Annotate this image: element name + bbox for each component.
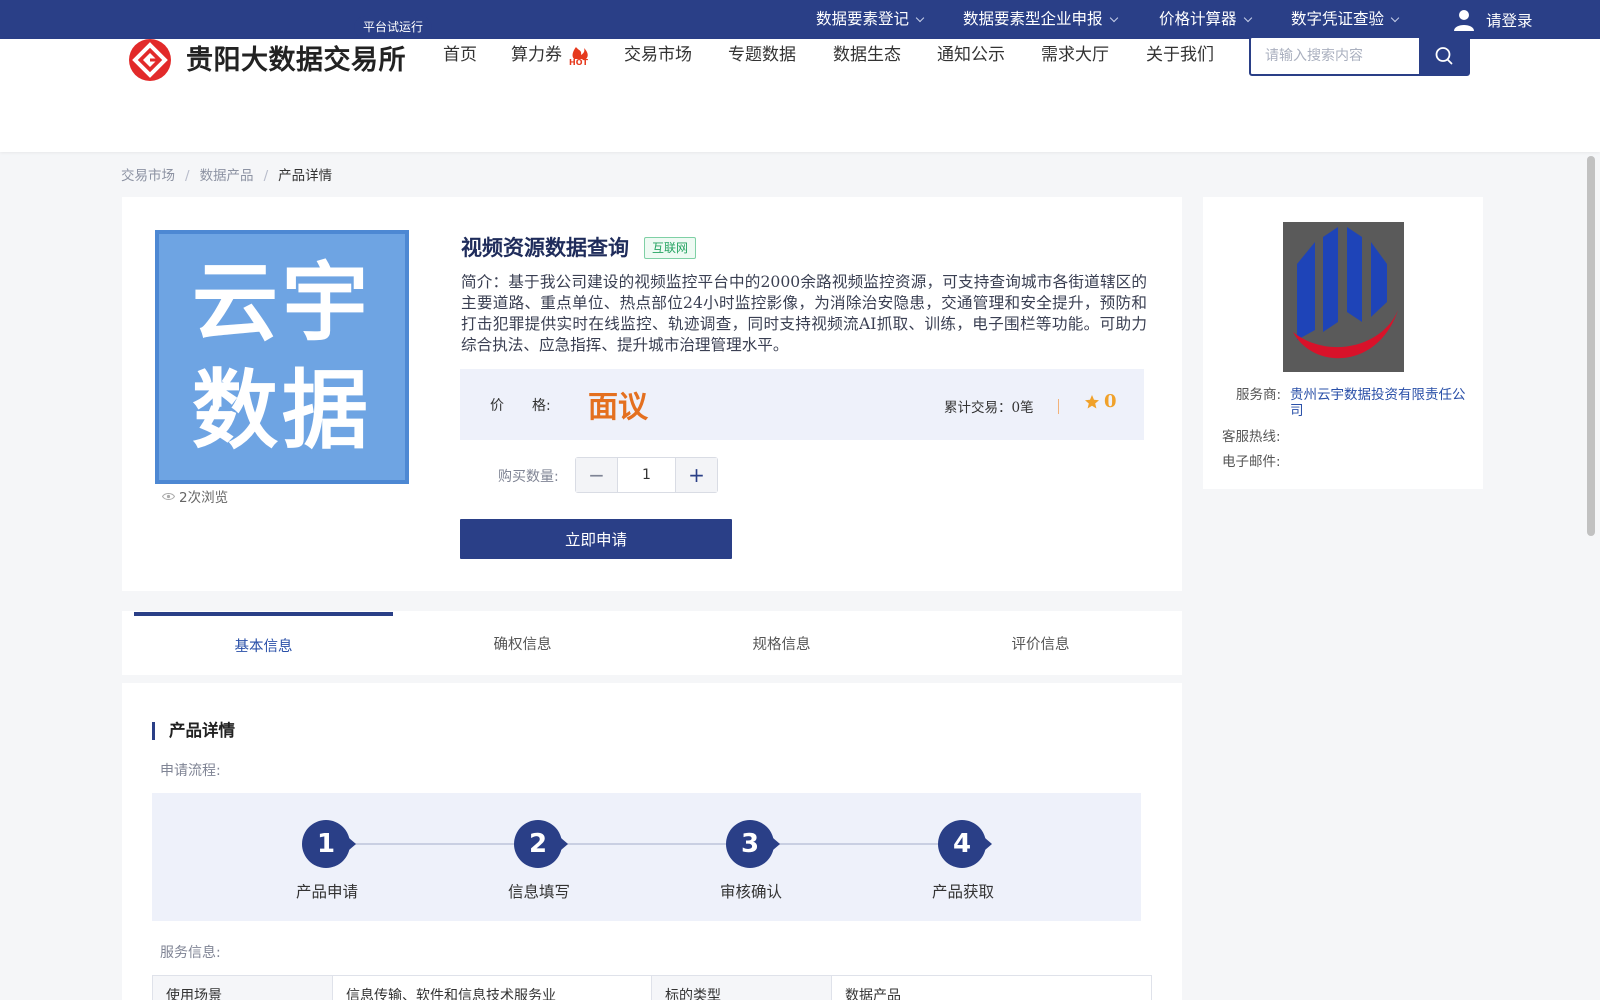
nav-notices[interactable]: 通知公示 bbox=[937, 40, 1005, 70]
top-utility-bar: 数据要素登记 数据要素型企业申报 价格计算器 数字凭证查验 请登录 bbox=[0, 0, 1600, 39]
service-info-table: 使用场景 信息传输、软件和信息技术服务业 标的类型 数据产品 bbox=[152, 975, 1152, 1000]
logo-icon[interactable] bbox=[128, 38, 172, 82]
chevron-down-icon bbox=[915, 13, 925, 23]
table-cell: 使用场景 bbox=[152, 975, 333, 1000]
price-label: 价格: bbox=[490, 398, 551, 414]
topbar-menu-voucher-check[interactable]: 数字凭证查验 bbox=[1291, 0, 1400, 39]
step-2-label: 信息填写 bbox=[507, 883, 570, 901]
product-image-text-top: 云宇 bbox=[192, 253, 372, 353]
chevron-down-icon bbox=[1243, 13, 1252, 23]
nav-about-us[interactable]: 关于我们 bbox=[1146, 40, 1214, 70]
login-link[interactable]: 请登录 bbox=[1452, 0, 1533, 39]
tab-spec-info[interactable]: 规格信息 bbox=[652, 612, 911, 675]
rating: 0 bbox=[1084, 391, 1117, 412]
product-image: 云宇 数据 bbox=[155, 230, 409, 484]
step-1-label: 产品申请 bbox=[295, 883, 358, 901]
quantity-decrease-button[interactable]: − bbox=[576, 458, 617, 492]
topbar-menu-enterprise-report[interactable]: 数据要素型企业申报 bbox=[963, 0, 1118, 39]
star-icon bbox=[1085, 394, 1099, 408]
tab-ownership-info[interactable]: 确权信息 bbox=[393, 612, 652, 675]
category-tag: 互联网 bbox=[644, 237, 697, 259]
nav-data-ecosystem[interactable]: 数据生态 bbox=[833, 40, 901, 70]
email-label: 电子邮件: bbox=[1222, 454, 1281, 470]
trial-badge: 平台试运行 bbox=[354, 16, 433, 39]
view-count-text: 2次浏览 bbox=[179, 490, 229, 506]
hot-badge-icon: HOT bbox=[569, 47, 588, 66]
flow-connector bbox=[330, 843, 960, 845]
nav-topic-data[interactable]: 专题数据 bbox=[728, 40, 796, 70]
login-label: 请登录 bbox=[1486, 11, 1533, 30]
table-row: 使用场景 信息传输、软件和信息技术服务业 标的类型 数据产品 bbox=[152, 975, 1152, 1000]
user-icon bbox=[1454, 9, 1474, 31]
tab-review-info[interactable]: 评价信息 bbox=[911, 612, 1170, 675]
search-box bbox=[1249, 36, 1470, 76]
step-4-circle: 4 bbox=[938, 820, 992, 868]
eye-icon bbox=[162, 492, 175, 500]
step-4-label: 产品获取 bbox=[931, 883, 994, 901]
section-title: 产品详情 bbox=[152, 722, 235, 740]
view-count: 2次浏览 bbox=[162, 486, 228, 506]
chevron-down-icon bbox=[1109, 13, 1118, 23]
rating-value: 0 bbox=[1104, 391, 1117, 412]
apply-now-button[interactable]: 立即申请 bbox=[460, 519, 732, 559]
topbar-menu-price-calculator[interactable]: 价格计算器 bbox=[1159, 0, 1252, 39]
provider-link[interactable]: 贵州云宇数据投资有限责任公司 bbox=[1290, 387, 1474, 419]
tab-basic-info[interactable]: 基本信息 bbox=[134, 612, 393, 675]
product-intro: 简介：基于我公司建设的视频监控平台中的2000余路视频监控资源，可支持查询城市各… bbox=[461, 273, 1147, 354]
search-input[interactable] bbox=[1251, 38, 1419, 74]
step-3-circle: 3 bbox=[726, 820, 780, 868]
step-1-circle: 1 bbox=[302, 820, 356, 868]
quantity-increase-button[interactable]: + bbox=[676, 458, 717, 492]
table-cell: 信息传输、软件和信息技术服务业 bbox=[332, 975, 652, 1000]
breadcrumb: 交易市场 / 数据产品 / 产品详情 bbox=[121, 164, 332, 184]
breadcrumb-separator: / bbox=[263, 168, 269, 184]
product-title: 视频资源数据查询 bbox=[461, 236, 629, 260]
price-panel: 价格: 面议 累计交易：0笔 0 bbox=[460, 369, 1144, 440]
service-info-label: 服务信息: bbox=[160, 945, 221, 961]
quantity-input[interactable]: 1 bbox=[617, 458, 676, 492]
nav-compute-voucher[interactable]: 算力券 bbox=[511, 40, 562, 70]
step-2-circle: 2 bbox=[514, 820, 568, 868]
table-cell: 数据产品 bbox=[831, 975, 1152, 1000]
breadcrumb-trading-market[interactable]: 交易市场 bbox=[121, 168, 175, 184]
vendor-logo bbox=[1283, 222, 1404, 372]
trade-count: 累计交易：0笔 bbox=[944, 400, 1034, 416]
hotline-label: 客服热线: bbox=[1222, 429, 1281, 445]
breadcrumb-separator: / bbox=[185, 168, 190, 184]
provider-label: 服务商: bbox=[1236, 387, 1282, 403]
search-icon bbox=[1435, 47, 1452, 65]
nav-demand-hall[interactable]: 需求大厅 bbox=[1041, 40, 1109, 70]
chevron-down-icon bbox=[1390, 13, 1400, 23]
quantity-stepper: − 1 + bbox=[575, 457, 718, 493]
breadcrumb-data-products[interactable]: 数据产品 bbox=[200, 168, 254, 184]
hot-badge-text: HOT bbox=[569, 58, 588, 66]
quantity-label: 购买数量: bbox=[498, 469, 559, 485]
price-value: 面议 bbox=[588, 390, 648, 425]
logo-text[interactable]: 贵阳大数据交易所 bbox=[186, 38, 406, 77]
step-3-label: 审核确认 bbox=[719, 883, 782, 901]
product-image-text-bottom: 数据 bbox=[192, 361, 372, 461]
nav-trading-market[interactable]: 交易市场 bbox=[624, 40, 692, 70]
nav-home[interactable]: 首页 bbox=[443, 40, 477, 70]
topbar-menu-data-registration[interactable]: 数据要素登记 bbox=[816, 0, 925, 39]
breadcrumb-current: 产品详情 bbox=[278, 168, 333, 184]
flow-label: 申请流程: bbox=[160, 763, 221, 779]
page-scrollbar[interactable] bbox=[1587, 156, 1595, 536]
table-cell: 标的类型 bbox=[651, 975, 832, 1000]
search-button[interactable] bbox=[1419, 38, 1468, 74]
divider bbox=[1058, 399, 1059, 414]
